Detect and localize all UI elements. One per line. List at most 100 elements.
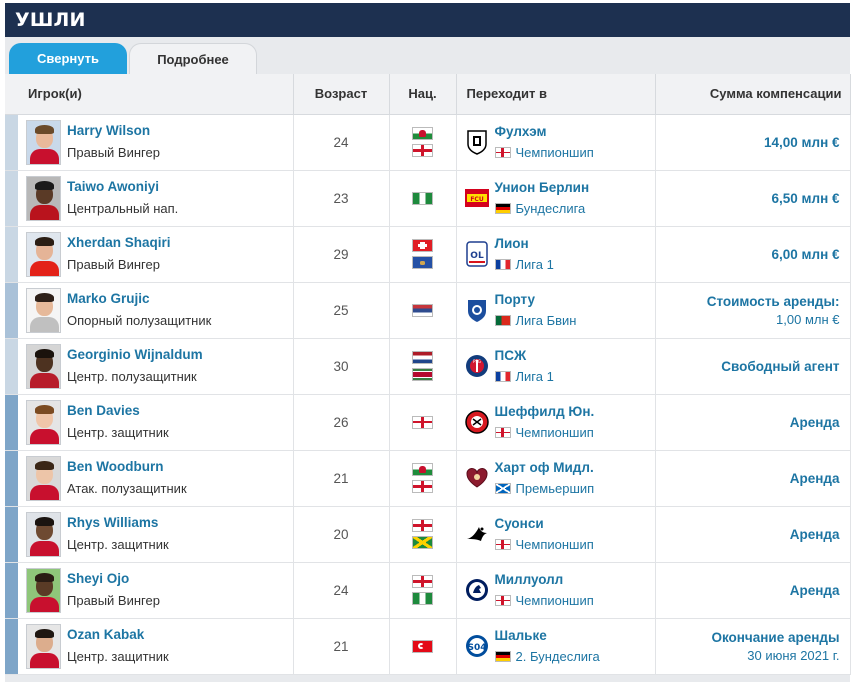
club-name-link[interactable]: Порту (495, 290, 577, 310)
england-flag (412, 480, 433, 493)
fee-value-link[interactable]: Аренда (656, 583, 840, 598)
column-header-player[interactable]: Игрок(и) (18, 74, 294, 115)
player-photo[interactable] (26, 511, 61, 557)
player-photo[interactable] (26, 399, 61, 445)
player-photo[interactable] (26, 455, 61, 501)
fee-value-link[interactable]: Аренда (656, 527, 840, 542)
table-row: Georginio Wijnaldum Центр. полузащитник 30… (5, 338, 851, 395)
player-photo[interactable] (26, 343, 61, 389)
transfers-box: Свернуть Подробнее Игрок(и) Возраст Нац.… (5, 37, 851, 682)
fee-value-link[interactable]: Стоимость аренды: (656, 294, 840, 309)
row-stripe (5, 506, 18, 563)
column-header-to-club[interactable]: Переходит в (456, 74, 656, 115)
player-photo[interactable] (26, 175, 61, 221)
league-link[interactable]: Бундеслига (516, 199, 586, 219)
lyon-crest[interactable]: OL (465, 241, 489, 267)
player-photo[interactable] (26, 231, 61, 277)
svg-text:FCU: FCU (470, 196, 484, 203)
player-name-link[interactable]: Ben Woodburn (67, 457, 187, 477)
column-header-age[interactable]: Возраст (293, 74, 390, 115)
fee-value-link[interactable]: 6,00 млн € (656, 247, 839, 262)
swansea-crest[interactable] (465, 521, 489, 547)
player-name-link[interactable]: Georginio Wijnaldum (67, 345, 203, 365)
fee-value-link[interactable]: 14,00 млн € (656, 135, 840, 150)
club-name-link[interactable]: Шеффилд Юн. (495, 402, 595, 422)
player-photo[interactable] (26, 567, 61, 613)
league-link[interactable]: Чемпионшип (516, 423, 594, 443)
hearts-crest[interactable] (465, 465, 489, 491)
departures-table-wrap: Игрок(и) Возраст Нац. Переходит в Сумма … (5, 74, 851, 675)
player-cell: Georginio Wijnaldum Центр. полузащитник (18, 338, 294, 395)
club-name-link[interactable]: Унион Берлин (495, 178, 590, 198)
fee-cell: Окончание аренды 30 июня 2021 г. (655, 618, 851, 675)
fee-value-link[interactable]: 6,50 млн € (656, 191, 839, 206)
fee-value-link[interactable]: Аренда (656, 415, 840, 430)
psg-crest[interactable]: PSG (465, 353, 489, 379)
nationality-flags (389, 338, 457, 395)
player-cell: Xherdan Shaqiri Правый Вингер (18, 226, 294, 283)
player-age: 23 (293, 170, 390, 227)
player-cell: Ben Davies Центр. защитник (18, 394, 294, 451)
player-photo[interactable] (26, 119, 61, 165)
club-name-link[interactable]: Суонси (495, 514, 594, 534)
club-name-link[interactable]: Миллуолл (495, 570, 594, 590)
player-name-link[interactable]: Ozan Kabak (67, 625, 169, 645)
table-row: Taiwo Awoniyi Центральный нап. 23 FCU Унион … (5, 170, 851, 227)
player-cell: Ozan Kabak Центр. защитник (18, 618, 294, 675)
header-stripe (5, 74, 18, 115)
player-photo[interactable] (26, 287, 61, 333)
player-name-link[interactable]: Xherdan Shaqiri (67, 233, 171, 253)
player-name-link[interactable]: Ben Davies (67, 401, 169, 421)
destination-club-cell: FCU Унион Берлин Бундеслига (456, 170, 656, 227)
club-name-link[interactable]: Лион (495, 234, 554, 254)
table-header-row: Игрок(и) Возраст Нац. Переходит в Сумма … (5, 74, 851, 115)
fee-value-link[interactable]: Аренда (656, 471, 840, 486)
sheffield-united-crest[interactable] (464, 409, 489, 435)
column-header-nationality[interactable]: Нац. (389, 74, 457, 115)
player-name-link[interactable]: Sheyi Ojo (67, 569, 160, 589)
fee-cell: Аренда (655, 506, 851, 563)
fee-cell: 6,00 млн € (655, 226, 851, 283)
fulham-crest[interactable] (465, 129, 489, 155)
player-age: 24 (293, 114, 390, 171)
player-photo[interactable] (26, 623, 61, 669)
schalke-crest[interactable]: S04 (465, 633, 489, 659)
club-name-link[interactable]: Харт оф Мидл. (495, 458, 595, 478)
porto-crest[interactable] (465, 297, 489, 323)
table-row: Sheyi Ojo Правый Вингер 24 Миллуолл Чемпионш… (5, 562, 851, 619)
club-name-link[interactable]: Шальке (495, 626, 600, 646)
section-title: УШЛИ (5, 3, 850, 37)
league-link[interactable]: Лига 1 (516, 255, 554, 275)
player-name-link[interactable]: Rhys Williams (67, 513, 169, 533)
millwall-crest[interactable] (465, 577, 489, 603)
union-berlin-crest[interactable]: FCU (464, 185, 489, 211)
club-name-link[interactable]: Фулхэм (495, 122, 594, 142)
england-flag (494, 147, 511, 158)
england-flag (494, 539, 511, 550)
switzerland-flag (412, 239, 433, 252)
player-name-link[interactable]: Harry Wilson (67, 121, 160, 141)
league-link[interactable]: 2. Бундеслига (516, 647, 600, 667)
nationality-flags (389, 562, 457, 619)
france-flag (494, 371, 511, 382)
club-name-link[interactable]: ПСЖ (495, 346, 554, 366)
tab-collapse[interactable]: Свернуть (9, 43, 127, 75)
england-flag (412, 415, 433, 429)
table-row: Harry Wilson Правый Вингер 24 Фулхэм Чемпион… (5, 114, 851, 171)
league-link[interactable]: Чемпионшип (516, 143, 594, 163)
player-name-link[interactable]: Marko Grujic (67, 289, 211, 309)
league-link[interactable]: Лига 1 (516, 367, 554, 387)
league-link[interactable]: Лига Бвин (516, 311, 577, 331)
league-link[interactable]: Премьершип (516, 479, 595, 499)
destination-club-cell: Суонси Чемпионшип (456, 506, 656, 563)
tab-details[interactable]: Подробнее (129, 43, 257, 75)
player-name-link[interactable]: Taiwo Awoniyi (67, 177, 178, 197)
fee-value-link[interactable]: Свободный агент (656, 359, 839, 374)
fee-value-link[interactable]: Окончание аренды (656, 630, 839, 645)
player-age: 26 (293, 394, 390, 451)
table-row: Ozan Kabak Центр. защитник 21 S04 Шальке 2. Б… (5, 618, 851, 675)
league-link[interactable]: Чемпионшип (516, 591, 594, 611)
fee-cell: 6,50 млн € (655, 170, 851, 227)
league-link[interactable]: Чемпионшип (516, 535, 594, 555)
column-header-fee[interactable]: Сумма компенсации (655, 74, 851, 115)
